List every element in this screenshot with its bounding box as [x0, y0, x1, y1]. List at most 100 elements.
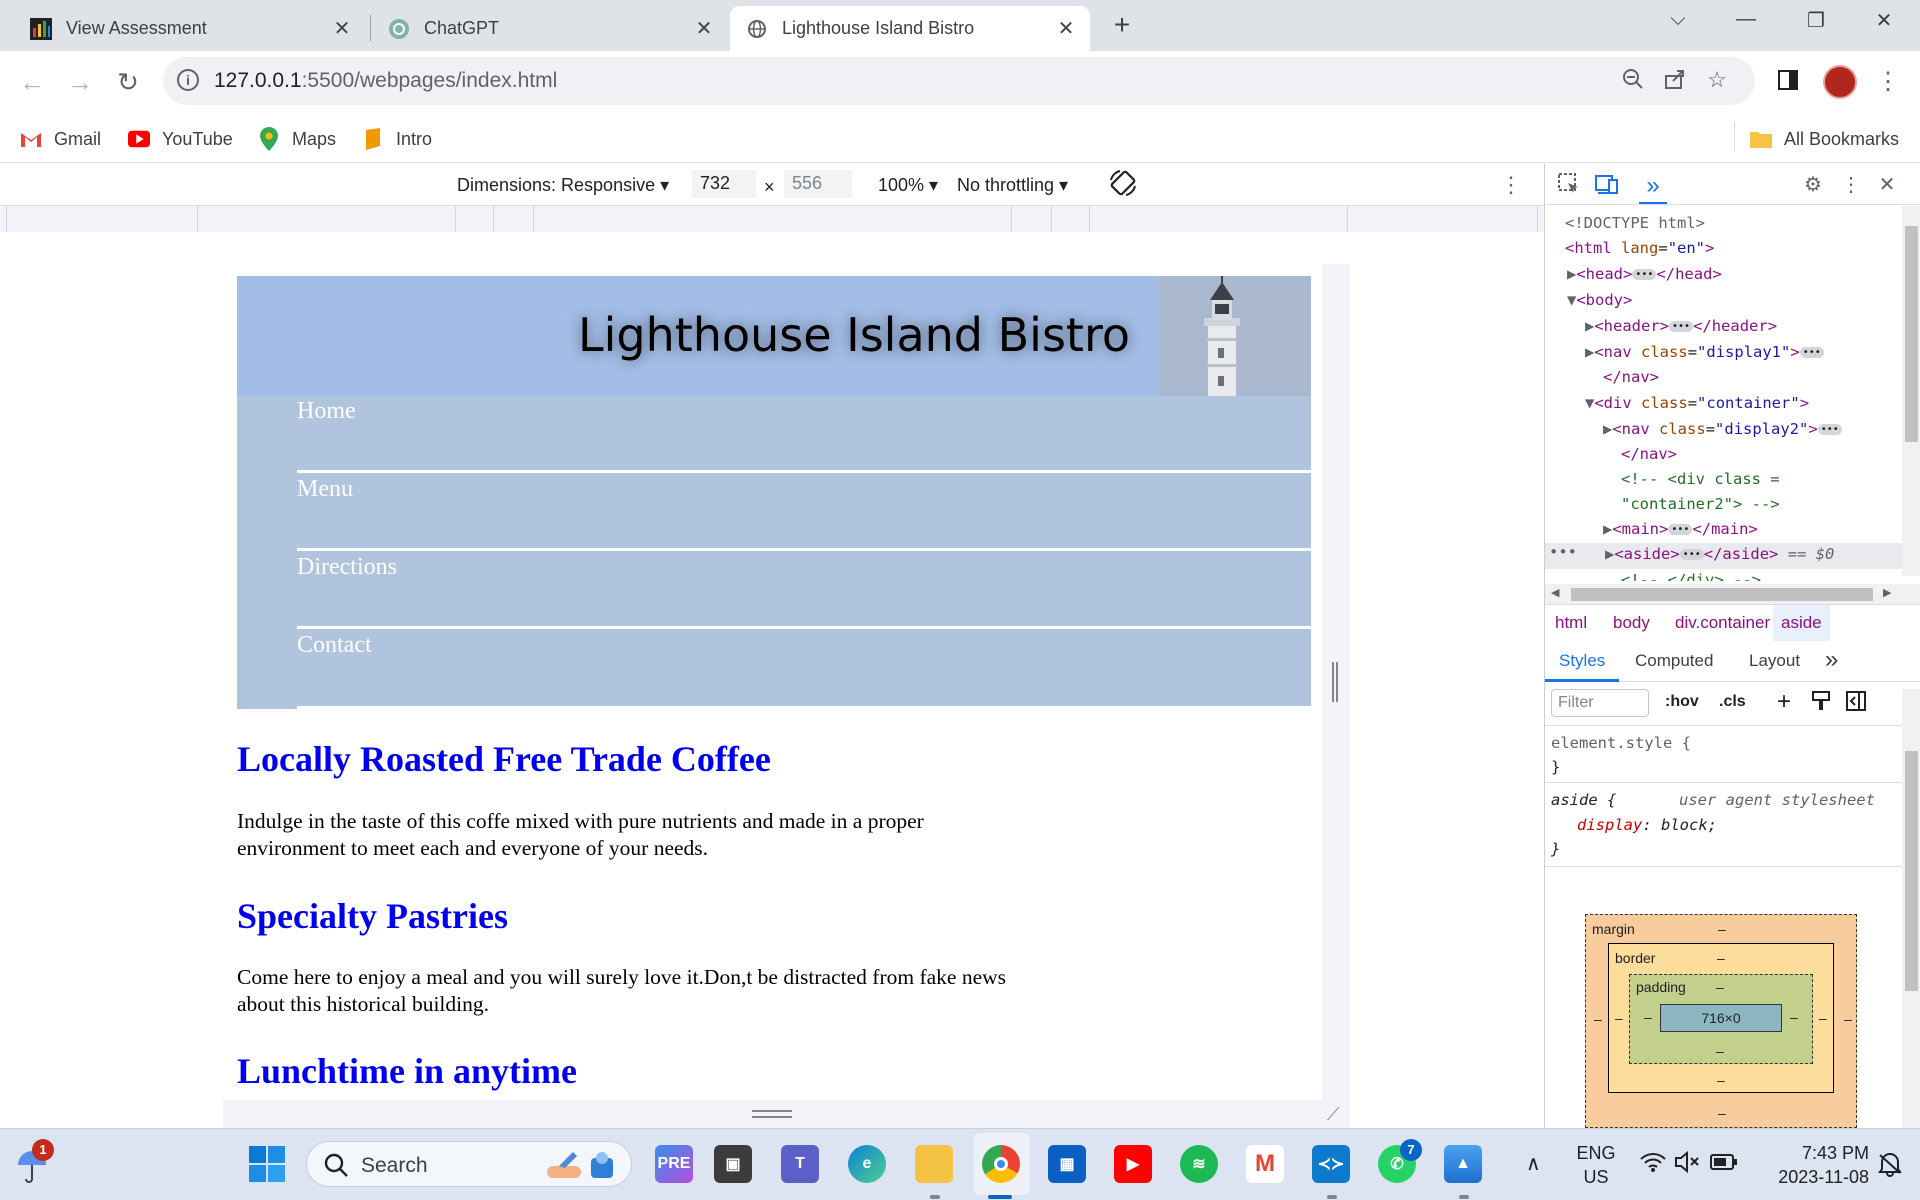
styles-filter-input[interactable]: Filter [1551, 689, 1649, 717]
ellipsis-icon[interactable]: ••• [1679, 549, 1704, 560]
tab-styles[interactable]: Styles [1559, 651, 1605, 671]
new-rule-icon[interactable]: + [1777, 688, 1791, 716]
bookmark-gmail[interactable]: Gmail [20, 125, 101, 153]
restore-icon[interactable]: ❐ [1796, 8, 1836, 38]
dom-header[interactable]: ▶<header> ••• </header> [1585, 317, 1777, 335]
hov-toggle[interactable]: :hov [1665, 693, 1699, 711]
padding-top-value[interactable]: – [1716, 979, 1724, 995]
dom-head[interactable]: ▶<head> ••• </head> [1567, 265, 1722, 283]
device-options-icon[interactable]: ⋮ [1500, 172, 1522, 198]
expand-triangle-icon[interactable]: ▶ [1603, 420, 1612, 438]
dom-nav-close[interactable]: </nav> [1603, 368, 1659, 386]
crumb-aside[interactable]: aside [1773, 605, 1830, 641]
back-arrow-icon[interactable]: ← [14, 65, 50, 101]
ruler-segment[interactable] [197, 206, 455, 233]
tab-chatgpt[interactable]: ChatGPT ✕ [372, 6, 728, 51]
more-panels-icon[interactable]: » [1639, 172, 1667, 204]
dom-comment[interactable]: <!-- <div class = [1621, 470, 1780, 488]
resize-handle-right-icon[interactable] [1332, 662, 1338, 702]
elements-hscrollbar[interactable]: ◀ ▶ [1545, 584, 1920, 604]
address-bar[interactable]: i 127.0.0.1:5500/webpages/index.html ☆ [163, 57, 1755, 105]
ruler-segment[interactable] [533, 206, 1011, 233]
tab-close-icon[interactable]: ✕ [694, 16, 714, 41]
volume-muted-icon[interactable] [1674, 1150, 1700, 1178]
paint-brush-icon[interactable] [1811, 690, 1831, 717]
ellipsis-icon[interactable]: ••• [1632, 269, 1657, 280]
reload-icon[interactable]: ↻ [110, 65, 146, 101]
resize-handle-bottom-icon[interactable] [752, 1110, 792, 1118]
bookmark-youtube[interactable]: YouTube [128, 125, 233, 153]
clock[interactable]: 7:43 PM 2023-11-08 [1757, 1141, 1869, 1189]
dom-main[interactable]: ▶<main> ••• </main> [1603, 520, 1758, 538]
aside-rule-selector[interactable]: aside { [1551, 791, 1616, 809]
element-style-rule[interactable]: element.style { [1551, 734, 1691, 752]
task-view-icon[interactable]: ▣ [714, 1145, 752, 1183]
chrome-icon[interactable] [982, 1145, 1020, 1183]
edge-icon[interactable]: e [848, 1145, 886, 1183]
crumb-html[interactable]: html [1555, 613, 1587, 633]
youtube-app-icon[interactable]: ▶ [1114, 1145, 1152, 1183]
vscode-icon[interactable]: ≺≻ [1312, 1145, 1350, 1183]
box-model-margin[interactable]: margin – – – – border – – – – padding – … [1585, 914, 1857, 1128]
tab-lighthouse-island-bistro[interactable]: Lighthouse Island Bistro ✕ [730, 6, 1090, 51]
ruler-segment[interactable] [1011, 206, 1051, 233]
ellipsis-icon[interactable]: ••• [1669, 321, 1694, 332]
margin-bottom-value[interactable]: – [1718, 1105, 1726, 1121]
styles-vscrollbar[interactable] [1902, 689, 1920, 1128]
dom-div-container[interactable]: ▼<div class="container"> [1585, 394, 1809, 412]
expand-triangle-icon[interactable]: ▶ [1567, 265, 1576, 283]
crumb-body[interactable]: body [1613, 613, 1650, 633]
spotify-icon[interactable]: ≋ [1180, 1145, 1218, 1183]
photos-icon[interactable]: ▲ [1444, 1145, 1482, 1183]
dom-nav-display1[interactable]: ▶<nav class="display1"> ••• [1585, 343, 1824, 361]
dom-html[interactable]: <html lang="en"> [1565, 239, 1714, 257]
ellipsis-icon[interactable]: ••• [1817, 424, 1842, 435]
tab-close-icon[interactable]: ✕ [1056, 16, 1076, 41]
tab-view-assessment[interactable]: View Assessment ✕ [14, 6, 366, 51]
computed-sidebar-icon[interactable] [1845, 690, 1867, 717]
close-window-icon[interactable]: ✕ [1864, 8, 1904, 38]
cls-toggle[interactable]: .cls [1719, 693, 1746, 711]
copilot-icon[interactable]: PRE [655, 1145, 693, 1183]
language-indicator[interactable]: ENG US [1576, 1141, 1616, 1189]
all-bookmarks-button[interactable]: All Bookmarks [1750, 125, 1899, 153]
node-actions-icon[interactable]: ••• [1549, 543, 1577, 561]
url-text[interactable]: 127.0.0.1:5500/webpages/index.html [214, 69, 557, 93]
share-icon[interactable] [1661, 67, 1689, 95]
gmail-app-icon[interactable]: M [1246, 1145, 1284, 1183]
minimize-icon[interactable]: — [1726, 8, 1766, 38]
box-model-padding[interactable]: padding – – – – 716×0 [1629, 974, 1813, 1064]
expand-triangle-icon[interactable]: ▶ [1585, 343, 1594, 361]
forward-arrow-icon[interactable]: → [62, 65, 98, 101]
ruler-segment[interactable] [1051, 206, 1089, 233]
padding-right-value[interactable]: – [1790, 1009, 1798, 1025]
ruler-segment[interactable] [455, 206, 493, 233]
viewport-width-input[interactable]: 732 [692, 170, 756, 198]
tray-overflow-icon[interactable]: ∧ [1526, 1151, 1541, 1176]
site-info-icon[interactable]: i [177, 69, 199, 91]
expand-triangle-icon[interactable]: ▶ [1585, 317, 1594, 335]
collapse-triangle-icon[interactable]: ▼ [1585, 394, 1594, 412]
wifi-icon[interactable] [1640, 1151, 1666, 1178]
expand-triangle-icon[interactable]: ▶ [1605, 545, 1614, 563]
dom-doctype[interactable]: <!DOCTYPE html> [1565, 214, 1705, 232]
padding-left-value[interactable]: – [1644, 1009, 1652, 1025]
margin-right-value[interactable]: – [1844, 1011, 1852, 1027]
devtools-menu-icon[interactable]: ⋮ [1837, 172, 1865, 198]
profile-avatar[interactable] [1823, 65, 1857, 99]
file-explorer-icon[interactable] [915, 1145, 953, 1183]
ellipsis-icon[interactable]: ••• [1668, 524, 1693, 535]
resize-corner-icon[interactable]: ⟋ [1327, 1104, 1340, 1125]
tab-computed[interactable]: Computed [1635, 651, 1713, 671]
tab-search-dropdown-icon[interactable]: ⌵ [1658, 8, 1698, 38]
ellipsis-icon[interactable]: ••• [1799, 347, 1824, 358]
dom-comment[interactable]: "container2"> --> [1621, 495, 1780, 513]
nav-link-menu[interactable]: Menu [297, 476, 353, 503]
dom-body[interactable]: ▼<body> [1567, 291, 1632, 309]
taskbar-search[interactable]: Search [306, 1141, 632, 1187]
dimensions-dropdown[interactable]: Dimensions: Responsive ▾ [457, 175, 669, 196]
margin-left-value[interactable]: – [1594, 1011, 1602, 1027]
dom-nav-display2[interactable]: ▶<nav class="display2"> ••• [1603, 420, 1842, 438]
scroll-left-icon[interactable]: ◀ [1551, 586, 1559, 599]
side-panel-icon[interactable] [1770, 65, 1806, 101]
